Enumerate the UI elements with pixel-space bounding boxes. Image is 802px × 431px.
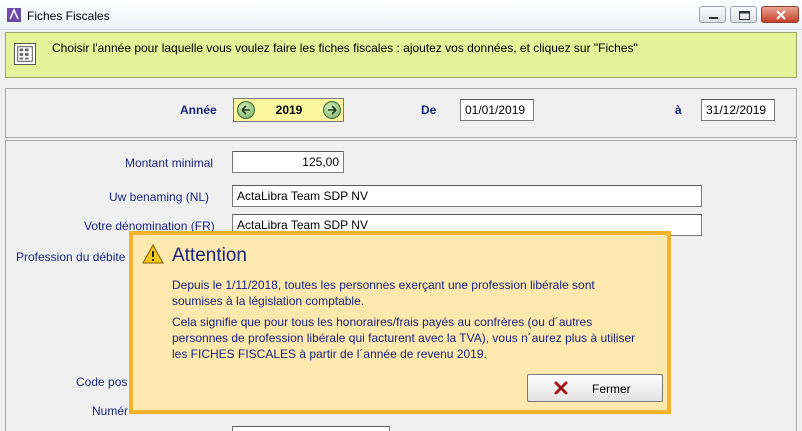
banner-text: Choisir l'année pour laquelle vous voule… — [52, 41, 638, 55]
attention-dialog: Attention Depuis le 1/11/2018, toutes le… — [129, 231, 671, 414]
close-icon — [776, 10, 786, 20]
arrow-right-icon — [328, 105, 337, 115]
close-dialog-label: Fermer — [592, 382, 631, 396]
maximize-icon — [739, 11, 750, 20]
dialog-title: Attention — [172, 245, 247, 266]
dialog-paragraph-2: Cela signifie que pour tous les honorair… — [172, 315, 636, 361]
arrow-left-icon — [241, 105, 250, 115]
instruction-banner: Choisir l'année pour laquelle vous voule… — [5, 32, 797, 78]
title-bar: Fiches Fiscales — [0, 0, 802, 30]
min-amount-label: Montant minimal — [125, 156, 214, 170]
previous-year-button[interactable] — [237, 101, 255, 119]
close-x-icon — [554, 381, 568, 395]
close-dialog-button[interactable]: Fermer — [527, 374, 663, 402]
year-selector[interactable]: 2019 — [233, 98, 344, 122]
profession-label: Profession du débite — [16, 250, 126, 264]
number-label: Numér — [92, 404, 129, 418]
window-title: Fiches Fiscales — [27, 9, 110, 23]
next-year-button[interactable] — [323, 101, 341, 119]
year-value: 2019 — [275, 103, 303, 117]
number-field[interactable] — [232, 426, 390, 431]
minimize-icon — [709, 17, 718, 19]
name-nl-field[interactable]: ActaLibra Team SDP NV — [232, 185, 702, 207]
to-label: à — [675, 103, 682, 117]
dialog-paragraph-1: Depuis le 1/11/2018, toutes les personne… — [172, 278, 595, 308]
year-label: Année — [180, 103, 217, 117]
calculator-icon — [14, 43, 36, 65]
minimize-button[interactable] — [699, 6, 726, 23]
close-window-button[interactable] — [761, 6, 799, 23]
postal-code-label: Code pos — [76, 375, 128, 389]
warning-icon — [142, 244, 164, 264]
from-label: De — [421, 103, 437, 117]
to-date-field[interactable]: 31/12/2019 — [701, 99, 775, 121]
from-date-field[interactable]: 01/01/2019 — [460, 99, 534, 121]
min-amount-field[interactable]: 125,00 — [232, 151, 344, 173]
maximize-button[interactable] — [730, 6, 757, 23]
name-nl-label: Uw benaming (NL) — [109, 190, 210, 204]
app-icon — [7, 8, 21, 22]
